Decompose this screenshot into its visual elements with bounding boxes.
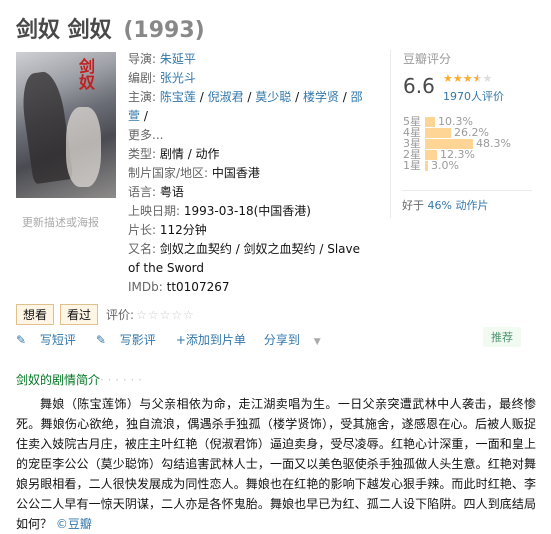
- cast-label: 主演:: [128, 90, 157, 104]
- short-review-link[interactable]: ✎ 写短评: [16, 331, 86, 348]
- imdb-value: tt0107267: [166, 280, 230, 294]
- movie-year: (1993): [123, 18, 205, 43]
- add-list-link[interactable]: +添加到片单: [176, 331, 246, 348]
- cast-more-link[interactable]: 更多...: [128, 128, 163, 142]
- bar-label: 1星: [403, 159, 421, 172]
- better-prefix: 好于: [402, 199, 424, 212]
- aka-value: 剑奴之血契约 / 剑奴之血契约 / Slave of the Sword: [128, 242, 361, 275]
- rating-stars-input[interactable]: ☆☆☆☆☆: [136, 308, 195, 322]
- director-link[interactable]: 朱延平: [160, 52, 196, 66]
- cast-link[interactable]: 陈宝莲: [160, 90, 196, 104]
- rate-label: 评价:: [106, 308, 135, 322]
- chevron-down-icon: ▼: [313, 337, 321, 347]
- better-than: 好于 46% 动作片: [402, 190, 532, 213]
- bar-pct: 3.0%: [431, 159, 459, 172]
- cast-link[interactable]: 楼学贤: [303, 90, 339, 104]
- rating-distribution: 5星 10.3% 4星 26.2% 3星 48.3% 2星 12.3% 1星 3.0%: [403, 116, 511, 171]
- poster-figure-2: [66, 107, 101, 187]
- pencil-icon: ✎: [95, 333, 106, 347]
- rating-bar: [425, 127, 451, 138]
- release-value: 1993-03-18(中国香港): [183, 204, 311, 218]
- director-label: 导演:: [128, 52, 157, 66]
- short-review-label: 写短评: [39, 333, 76, 347]
- want-button[interactable]: 想看: [16, 304, 55, 325]
- share-link[interactable]: 分享到 ▼: [264, 331, 331, 348]
- share-label: 分享到: [263, 333, 300, 347]
- watched-button[interactable]: 看过: [60, 304, 99, 325]
- synopsis-heading: 剑奴的剧情简介· · · · · ·: [16, 371, 142, 388]
- movie-poster[interactable]: 剑奴: [16, 52, 116, 198]
- update-poster-link[interactable]: 更新描述或海报: [22, 214, 99, 230]
- movie-title: 剑奴 剑奴: [16, 18, 112, 43]
- release-label: 上映日期:: [128, 204, 181, 218]
- bar-pct: 48.3%: [476, 137, 511, 150]
- writer-link[interactable]: 张光斗: [160, 71, 196, 85]
- runtime-value: 112分钟: [159, 223, 207, 237]
- genre-value: 剧情 / 动作: [159, 147, 220, 161]
- rating-stars-icon: ★★★★★★: [443, 72, 493, 85]
- runtime-label: 片长:: [128, 223, 157, 237]
- review-link[interactable]: ✎ 写影评: [96, 331, 166, 348]
- recommend-button[interactable]: 推荐: [483, 327, 521, 347]
- aka-label: 又名:: [128, 242, 157, 256]
- cast-link[interactable]: 倪淑君: [208, 90, 244, 104]
- rating-votes-link[interactable]: 1970人评价: [443, 88, 504, 104]
- rating-bar: [425, 160, 428, 171]
- genre-label: 类型:: [128, 147, 157, 161]
- writer-label: 编剧:: [128, 71, 157, 85]
- synopsis-text: 舞娘（陈宝莲饰）与父亲相依为命，走江湖卖唱为生。一日父亲突遭武林中人袭击，最终惨…: [16, 397, 536, 531]
- section-dots: · · · · · ·: [100, 373, 142, 387]
- action-links: ✎ 写短评 ✎ 写影评 +添加到片单 分享到 ▼: [16, 331, 341, 348]
- rating-bar: [425, 149, 437, 160]
- synopsis-title: 剑奴的剧情简介: [16, 373, 101, 387]
- better-genre-link[interactable]: 动作片: [455, 199, 488, 212]
- language-value: 粤语: [159, 185, 184, 199]
- better-pct-link[interactable]: 46%: [428, 199, 452, 212]
- review-label: 写影评: [119, 333, 156, 347]
- rating-bar-row: 1星 3.0%: [403, 160, 511, 171]
- page-title: 剑奴 剑奴 (1993): [16, 12, 205, 44]
- cast-link[interactable]: 莫少聪: [255, 90, 291, 104]
- movie-info: 导演: 朱延平 编剧: 张光斗 主演: 陈宝莲 / 倪淑君 / 莫少聪 / 楼学…: [128, 52, 363, 294]
- country-label: 制片国家/地区:: [128, 166, 209, 180]
- poster-title: 剑奴: [76, 58, 95, 90]
- synopsis-source-link[interactable]: ©豆瓣: [56, 517, 92, 531]
- action-bar: 想看 看过 评价: ☆☆☆☆☆: [16, 304, 195, 325]
- language-label: 语言:: [128, 185, 157, 199]
- rating-label: 豆瓣评分: [403, 52, 452, 66]
- poster-figure: [18, 69, 74, 185]
- rating-bar: [425, 116, 435, 127]
- country-value: 中国香港: [211, 166, 260, 180]
- imdb-label: IMDb:: [128, 280, 163, 294]
- pencil-icon: ✎: [16, 333, 27, 347]
- rating-score: 6.6: [403, 74, 435, 98]
- synopsis-body: 舞娘（陈宝莲饰）与父亲相依为命，走江湖卖唱为生。一日父亲突遭武林中人袭击，最终惨…: [16, 394, 536, 534]
- rating-bar: [425, 138, 473, 149]
